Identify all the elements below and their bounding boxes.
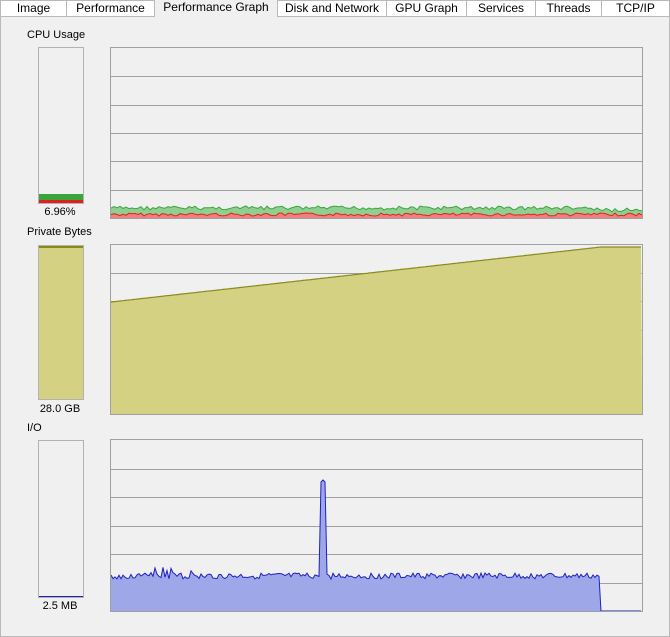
tab-image[interactable]: Image [0,0,67,16]
cpu-usage-value: 6.96% [44,206,76,218]
io-chart [111,469,642,611]
cpu-usage-meter [38,47,84,204]
tab-tcpip[interactable]: TCP/IP [601,0,670,16]
cpu-usage-label: CPU Usage [27,29,86,41]
tab-threads[interactable]: Threads [535,0,602,16]
private-bytes-label: Private Bytes [27,226,92,238]
tab-performance[interactable]: Performance [66,0,155,16]
private-bytes-fill [39,246,83,399]
io-area [111,480,642,611]
io-graph [110,439,643,612]
io-label: I/O [27,422,42,434]
tab-bar: Image Performance Performance Graph Disk… [0,0,670,17]
private-bytes-graph [110,244,643,415]
io-meter [38,440,84,598]
tab-gpu-graph[interactable]: GPU Graph [386,0,467,16]
io-fill [39,596,83,597]
cpu-kernel-fill [39,200,83,203]
performance-graph-panel: CPU Usage 6.96% Private Bytes 28.0 GB I/… [0,16,670,637]
tab-services[interactable]: Services [466,0,536,16]
tab-performance-graph[interactable]: Performance Graph [154,0,278,17]
cpu-usage-chart [111,76,642,218]
private-bytes-meter [38,245,84,400]
io-value: 2.5 MB [42,600,78,612]
tab-disk-and-network[interactable]: Disk and Network [277,0,387,16]
private-bytes-chart [111,246,642,414]
cpu-usage-graph [110,47,643,219]
private-bytes-value: 28.0 GB [39,403,81,415]
